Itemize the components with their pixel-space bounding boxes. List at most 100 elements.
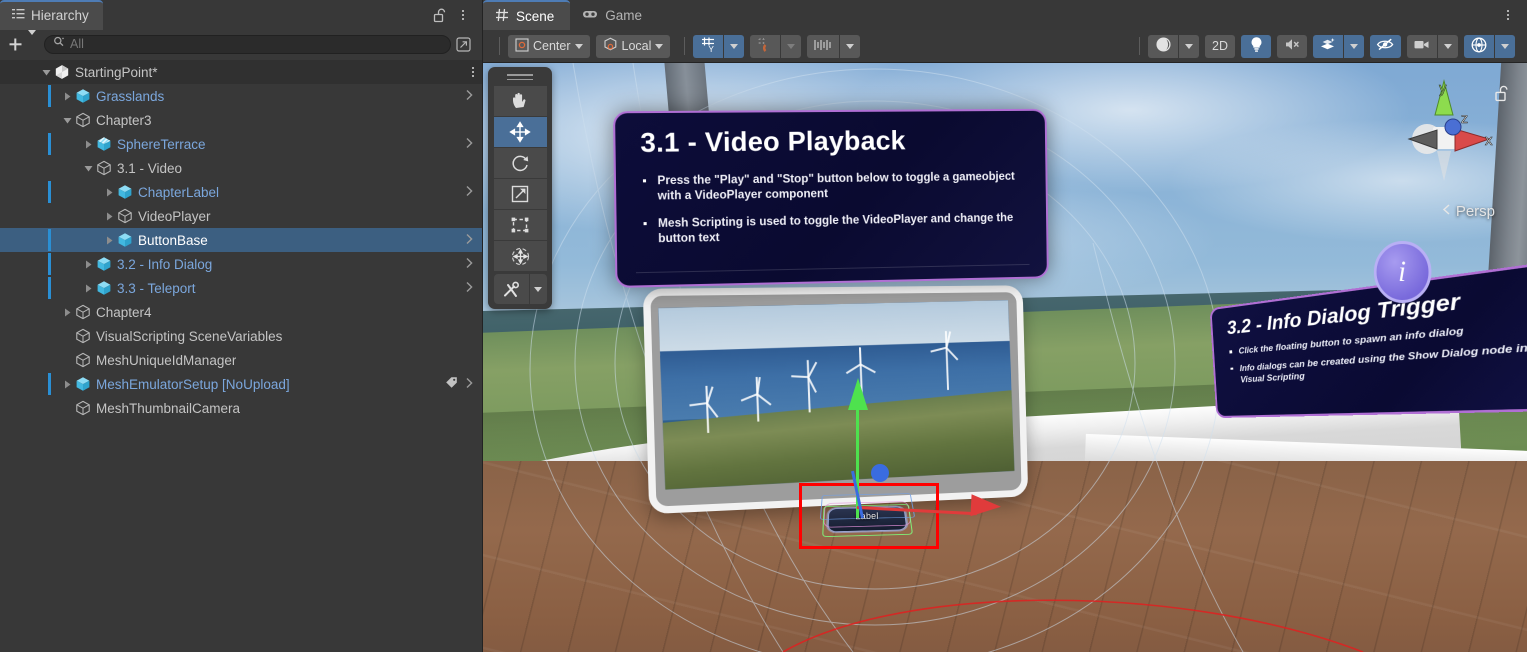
search-input[interactable]: All bbox=[44, 35, 451, 54]
svg-text:z: z bbox=[1461, 110, 1468, 126]
hierarchy-row-3-2-info-dialog[interactable]: 3.2 - Info Dialog bbox=[0, 252, 482, 276]
hierarchy-row-buttonbase[interactable]: ButtonBase bbox=[0, 228, 482, 252]
gizmo-x-arrow[interactable] bbox=[970, 494, 1001, 518]
tab-hierarchy[interactable]: Hierarchy bbox=[0, 0, 103, 30]
hierarchy-row-label: 3.3 - Teleport bbox=[117, 281, 196, 296]
grid-snap-dropdown[interactable] bbox=[724, 35, 744, 58]
custom-tool-dropdown[interactable] bbox=[530, 274, 547, 304]
open-prefab-chevron-icon[interactable] bbox=[465, 281, 474, 295]
custom-tool[interactable] bbox=[494, 274, 529, 304]
row-actions bbox=[465, 132, 474, 156]
foldout-collapsed-icon[interactable] bbox=[103, 234, 116, 247]
gizmo-z-handle[interactable] bbox=[871, 464, 889, 482]
foldout-collapsed-icon[interactable] bbox=[82, 138, 95, 151]
projection-mode-label[interactable]: Persp bbox=[1441, 203, 1495, 220]
foldout-collapsed-icon[interactable] bbox=[103, 186, 116, 199]
hierarchy-row-visualscripting-scenevariables[interactable]: VisualScripting SceneVariables bbox=[0, 324, 482, 348]
transform-combined-icon bbox=[510, 246, 531, 267]
foldout-expanded-icon[interactable] bbox=[61, 114, 74, 127]
foldout-collapsed-icon[interactable] bbox=[82, 282, 95, 295]
tag-icon[interactable] bbox=[445, 376, 458, 392]
toggle-visibility-button[interactable] bbox=[1370, 35, 1401, 58]
rect-tool[interactable] bbox=[494, 210, 547, 240]
open-prefab-chevron-icon[interactable] bbox=[465, 233, 474, 247]
prefab-indicator bbox=[48, 85, 51, 107]
rotate-tool[interactable] bbox=[494, 148, 547, 178]
foldout-expanded-icon[interactable] bbox=[40, 66, 53, 79]
hierarchy-row-startingpoint[interactable]: StartingPoint* bbox=[0, 60, 482, 84]
increment-snap-dropdown[interactable] bbox=[840, 35, 860, 58]
hierarchy-row-chapter4[interactable]: Chapter4 bbox=[0, 300, 482, 324]
scale-tool[interactable] bbox=[494, 179, 547, 209]
scene-camera-dropdown[interactable] bbox=[1438, 35, 1458, 58]
draw-mode-button[interactable] bbox=[1148, 35, 1178, 58]
toggle-lighting-button[interactable] bbox=[1241, 35, 1271, 58]
open-prefab-chevron-icon[interactable] bbox=[465, 137, 474, 151]
foldout-collapsed-icon[interactable] bbox=[61, 306, 74, 319]
hierarchy-row-label: VisualScripting SceneVariables bbox=[96, 329, 282, 344]
kebab-menu-icon[interactable] bbox=[452, 4, 474, 26]
hierarchy-row-chapter3[interactable]: Chapter3 bbox=[0, 108, 482, 132]
pivot-mode-button[interactable]: Center bbox=[508, 35, 590, 58]
open-in-new-icon[interactable] bbox=[455, 36, 474, 53]
magnet-snap-button[interactable] bbox=[750, 35, 780, 58]
gizmo-y-arrow[interactable] bbox=[848, 378, 868, 410]
open-prefab-chevron-icon[interactable] bbox=[465, 185, 474, 199]
hierarchy-row-chapterlabel[interactable]: ChapterLabel bbox=[0, 180, 482, 204]
hierarchy-row-3-3-teleport[interactable]: 3.3 - Teleport bbox=[0, 276, 482, 300]
rotation-mode-button[interactable]: Local bbox=[596, 35, 671, 58]
grid-axis-y-icon: Y bbox=[700, 36, 717, 56]
palette-drag-handle[interactable] bbox=[507, 71, 533, 83]
hierarchy-row-videoplayer[interactable]: VideoPlayer bbox=[0, 204, 482, 228]
panel-video-bullet: Mesh Scripting is used to toggle the Vid… bbox=[641, 210, 1027, 247]
foldout-collapsed-icon[interactable] bbox=[103, 210, 116, 223]
move-tool[interactable] bbox=[494, 117, 547, 147]
scene-camera-button[interactable] bbox=[1407, 35, 1437, 58]
grid-snap-button[interactable]: Y bbox=[693, 35, 723, 58]
tab-scene[interactable]: Scene bbox=[483, 0, 570, 30]
tab-game[interactable]: Game bbox=[570, 0, 658, 30]
magnet-snap-dropdown[interactable] bbox=[781, 35, 801, 58]
hierarchy-row-meshemulatorsetup-noupload[interactable]: MeshEmulatorSetup [NoUpload] bbox=[0, 372, 482, 396]
hierarchy-row-sphereterrace[interactable]: SphereTerrace bbox=[0, 132, 482, 156]
hierarchy-row-label: VideoPlayer bbox=[138, 209, 211, 224]
hand-icon bbox=[510, 91, 530, 111]
foldout-collapsed-icon[interactable] bbox=[61, 378, 74, 391]
create-object-button[interactable] bbox=[6, 35, 38, 53]
kebab-menu-icon[interactable] bbox=[1497, 4, 1519, 26]
foldout-collapsed-icon[interactable] bbox=[82, 258, 95, 271]
open-prefab-chevron-icon[interactable] bbox=[465, 377, 474, 391]
toggle-effects-button[interactable] bbox=[1313, 35, 1343, 58]
foldout-collapsed-icon[interactable] bbox=[61, 90, 74, 103]
open-prefab-chevron-icon[interactable] bbox=[465, 257, 474, 271]
hierarchy-row-label: 3.1 - Video bbox=[117, 161, 182, 176]
scale-icon bbox=[510, 184, 530, 204]
hierarchy-row-meshthumbnailcamera[interactable]: MeshThumbnailCamera bbox=[0, 396, 482, 420]
hierarchy-tree[interactable]: StartingPoint*GrasslandsChapter3SphereTe… bbox=[0, 58, 482, 652]
hierarchy-row-3-1-video[interactable]: 3.1 - Video bbox=[0, 156, 482, 180]
foldout-none bbox=[61, 402, 74, 415]
effects-dropdown[interactable] bbox=[1344, 35, 1364, 58]
hierarchy-row-grasslands[interactable]: Grasslands bbox=[0, 84, 482, 108]
toggle-gizmos-button[interactable] bbox=[1464, 35, 1494, 58]
toggle-2d-button[interactable]: 2D bbox=[1205, 35, 1235, 58]
draw-mode-dropdown[interactable] bbox=[1179, 35, 1199, 58]
open-prefab-chevron-icon[interactable] bbox=[465, 89, 474, 103]
transform-tool[interactable] bbox=[494, 241, 547, 271]
increment-snap-button[interactable] bbox=[807, 35, 839, 58]
scene-viewport[interactable]: 3.1 - Video Playback Press the "Play" an… bbox=[483, 63, 1527, 652]
info-glyph: i bbox=[1398, 255, 1406, 289]
toggle-audio-button[interactable] bbox=[1277, 35, 1307, 58]
row-actions bbox=[472, 60, 474, 84]
kebab-menu-icon[interactable] bbox=[472, 67, 474, 77]
hand-tool[interactable] bbox=[494, 86, 547, 116]
hierarchy-row-meshuniqueidmanager[interactable]: MeshUniqueIdManager bbox=[0, 348, 482, 372]
hierarchy-toolbar: All bbox=[0, 30, 482, 58]
foldout-expanded-icon[interactable] bbox=[82, 162, 95, 175]
button-label-text: Label bbox=[831, 510, 903, 521]
chevron-down-icon bbox=[575, 44, 583, 49]
lock-open-icon[interactable] bbox=[428, 4, 450, 26]
panel-video-bullets: Press the "Play" and "Stop" button below… bbox=[641, 169, 1027, 247]
scene-orientation-gizmo[interactable]: y x z bbox=[1389, 77, 1499, 187]
gizmos-dropdown[interactable] bbox=[1495, 35, 1515, 58]
